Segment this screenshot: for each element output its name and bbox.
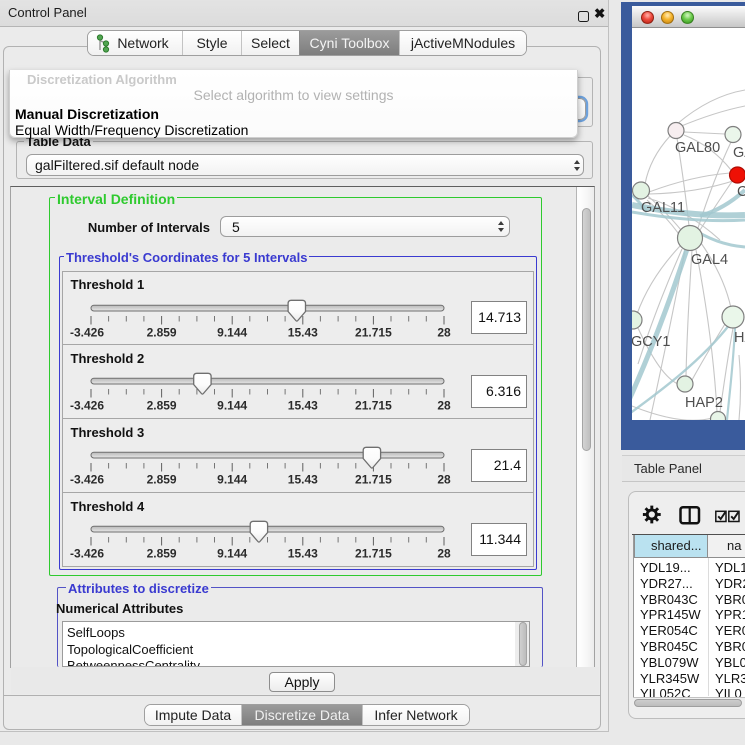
svg-text:15.43: 15.43 bbox=[288, 325, 318, 339]
svg-text:2.859: 2.859 bbox=[147, 547, 177, 561]
svg-text:-3.426: -3.426 bbox=[70, 325, 104, 339]
svg-text:9.144: 9.144 bbox=[217, 473, 247, 487]
svg-text:15.43: 15.43 bbox=[288, 473, 318, 487]
svg-text:28: 28 bbox=[437, 399, 451, 413]
svg-text:-3.426: -3.426 bbox=[70, 473, 104, 487]
svg-text:21.715: 21.715 bbox=[355, 473, 392, 487]
svg-text:2.859: 2.859 bbox=[147, 399, 177, 413]
svg-text:28: 28 bbox=[437, 547, 451, 561]
svg-text:HAP2: HAP2 bbox=[685, 395, 723, 411]
svg-text:21.715: 21.715 bbox=[355, 325, 392, 339]
svg-text:CY: CY bbox=[737, 184, 745, 200]
svg-text:-3.426: -3.426 bbox=[70, 399, 104, 413]
svg-text:28: 28 bbox=[437, 325, 451, 339]
svg-text:9.144: 9.144 bbox=[217, 325, 247, 339]
svg-text:9.144: 9.144 bbox=[217, 547, 247, 561]
svg-text:GAL11: GAL11 bbox=[641, 200, 685, 216]
svg-text:GAL4: GAL4 bbox=[691, 252, 728, 268]
svg-text:GCY1: GCY1 bbox=[632, 334, 671, 350]
svg-text:HA: HA bbox=[734, 330, 745, 346]
svg-text:2.859: 2.859 bbox=[147, 325, 177, 339]
svg-text:21.715: 21.715 bbox=[355, 547, 392, 561]
svg-text:-3.426: -3.426 bbox=[70, 547, 104, 561]
svg-text:GAL80: GAL80 bbox=[675, 140, 720, 156]
svg-text:28: 28 bbox=[437, 473, 451, 487]
svg-text:GA: GA bbox=[733, 145, 745, 161]
svg-text:2.859: 2.859 bbox=[147, 473, 177, 487]
svg-text:9.144: 9.144 bbox=[217, 399, 247, 413]
svg-text:15.43: 15.43 bbox=[288, 399, 318, 413]
svg-text:15.43: 15.43 bbox=[288, 547, 318, 561]
svg-text:21.715: 21.715 bbox=[355, 399, 392, 413]
